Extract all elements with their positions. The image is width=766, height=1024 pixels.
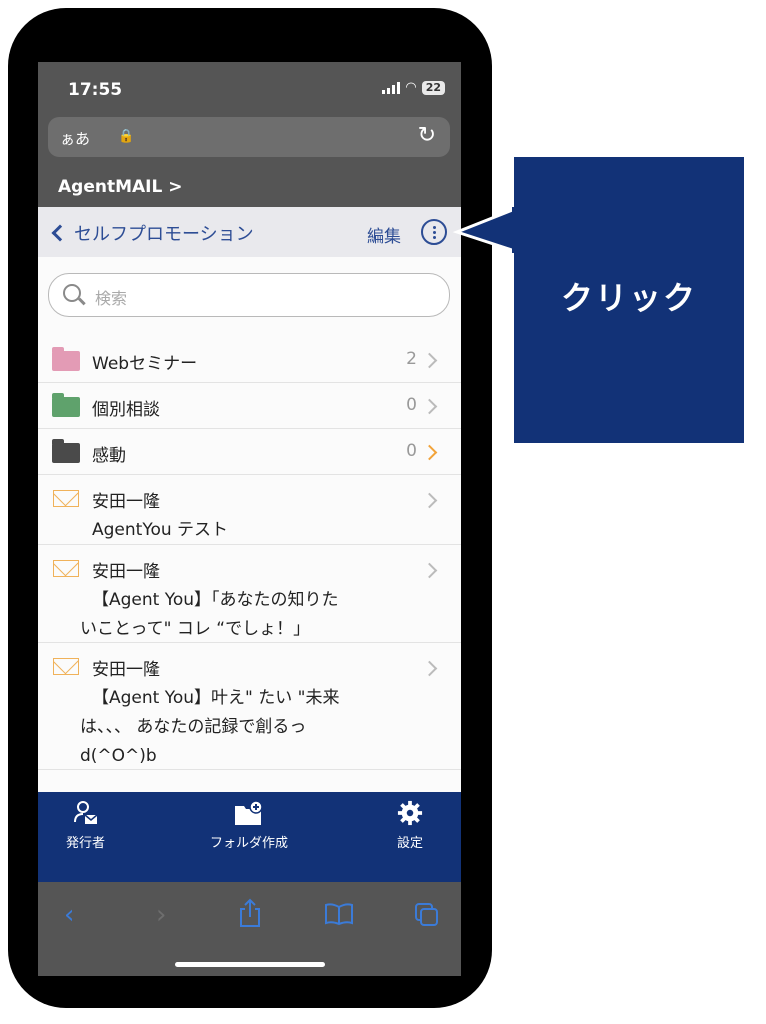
folder-icon <box>52 347 80 371</box>
status-icons: ◠ 22 <box>382 80 445 95</box>
mail-row[interactable]: 安田一隆 【Agent You】叶え" たい "未来 は、、、 あなたの記録で創… <box>38 643 461 770</box>
tab-label: フォルダ作成 <box>210 836 289 851</box>
callout-box: クリック <box>514 157 744 443</box>
gear-icon <box>397 800 423 826</box>
more-options-icon[interactable] <box>421 219 447 245</box>
chevron-right-icon <box>421 444 438 461</box>
mail-row[interactable]: 安田一隆 【Agent You】「あなたの知りた いことって" コレ “でしょ！… <box>38 545 461 643</box>
callout-pointer <box>452 206 516 253</box>
folder-name: 個別相談 <box>92 400 160 420</box>
mail-subject-line: d(^O^)b <box>80 746 157 766</box>
nav-bar: セルフプロモーション 編集 <box>38 207 461 257</box>
envelope-icon <box>53 658 79 675</box>
share-icon[interactable] <box>238 898 262 928</box>
tab-label: 設定 <box>396 836 423 851</box>
mail-sender: 安田一隆 <box>92 562 160 582</box>
folder-row[interactable]: 感動 0 <box>38 429 461 475</box>
folder-icon <box>52 439 80 463</box>
text-size-button[interactable]: ぁあ <box>60 128 90 149</box>
home-indicator <box>175 962 325 967</box>
tab-create-folder[interactable]: フォルダ作成 <box>210 800 288 851</box>
search-icon <box>63 284 81 302</box>
mail-row[interactable]: 安田一隆 AgentYou テスト <box>38 475 461 545</box>
forward-arrow-icon[interactable]: › <box>156 900 166 930</box>
folder-count: 0 <box>406 441 417 461</box>
phone-screen: 17:55 ◠ 22 ぁあ 🔒 ↻ AgentMAIL > セルフプロモーション… <box>38 62 461 976</box>
mail-subject-line: AgentYou テスト <box>92 520 229 540</box>
tab-label: 発行者 <box>66 836 106 851</box>
chevron-right-icon <box>421 492 438 509</box>
folder-name: 感動 <box>92 446 126 466</box>
chevron-right-icon <box>421 562 438 579</box>
callout-text: クリック <box>560 279 697 317</box>
lock-icon: 🔒 <box>118 129 135 144</box>
folder-count: 2 <box>406 349 417 369</box>
edit-button[interactable]: 編集 <box>367 222 401 247</box>
search-placeholder: 検索 <box>95 289 128 308</box>
folder-icon <box>52 393 80 417</box>
tab-settings[interactable]: 設定 <box>396 800 424 851</box>
folder-count: 0 <box>406 395 417 415</box>
back-arrow-icon[interactable]: ‹ <box>64 900 74 930</box>
mail-subject-line: は、、、 あなたの記録で創るっ <box>80 717 307 737</box>
user-mail-icon <box>73 801 97 824</box>
folder-name: Webセミナー <box>92 354 198 374</box>
mail-list: Webセミナー 2 個別相談 0 感動 0 安田一隆 AgentYou テスト <box>38 337 461 770</box>
back-button[interactable]: セルフプロモーション <box>50 220 254 246</box>
mail-sender: 安田一隆 <box>92 492 160 512</box>
site-title[interactable]: AgentMAIL > <box>58 177 182 197</box>
search-input[interactable]: 検索 <box>48 273 450 317</box>
chevron-right-icon <box>421 352 438 369</box>
mail-subject: 【Agent You】「あなたの知りた いことって" コレ “でしょ！」 <box>80 586 392 644</box>
chevron-right-icon <box>421 660 438 677</box>
status-bar: 17:55 ◠ 22 <box>38 62 461 117</box>
mail-subject: AgentYou テスト <box>92 516 392 545</box>
mail-sender: 安田一隆 <box>92 660 160 680</box>
site-bar: AgentMAIL > <box>38 165 461 207</box>
wifi-icon: ◠ <box>405 80 417 95</box>
mail-subject-line: 【Agent You】「あなたの知りた <box>92 590 339 610</box>
signal-icon <box>382 81 401 94</box>
url-bar[interactable]: ぁあ 🔒 ↻ <box>48 117 450 157</box>
mail-subject-line: 【Agent You】叶え" たい "未来 <box>92 688 340 708</box>
chevron-right-icon <box>421 398 438 415</box>
mail-subject-line: いことって" コレ “でしょ！」 <box>80 619 311 639</box>
status-time: 17:55 <box>68 80 123 100</box>
chevron-left-icon <box>51 224 69 242</box>
tab-publisher[interactable]: 発行者 <box>66 800 105 851</box>
mail-subject: 【Agent You】叶え" たい "未来 は、、、 あなたの記録で創るっ d(… <box>80 684 392 771</box>
folder-row[interactable]: 個別相談 0 <box>38 383 461 429</box>
battery-icon: 22 <box>421 80 445 95</box>
bookmarks-icon[interactable] <box>324 902 354 926</box>
tabs-icon[interactable] <box>414 902 440 928</box>
back-label: セルフプロモーション <box>74 224 254 245</box>
browser-toolbar: ‹ › <box>38 882 461 976</box>
folder-row[interactable]: Webセミナー 2 <box>38 337 461 383</box>
envelope-icon <box>53 490 79 507</box>
tab-bar: 発行者 フォルダ作成 設定 <box>38 792 461 882</box>
folder-add-icon <box>235 800 263 825</box>
reload-icon[interactable]: ↻ <box>418 123 436 148</box>
envelope-icon <box>53 560 79 577</box>
